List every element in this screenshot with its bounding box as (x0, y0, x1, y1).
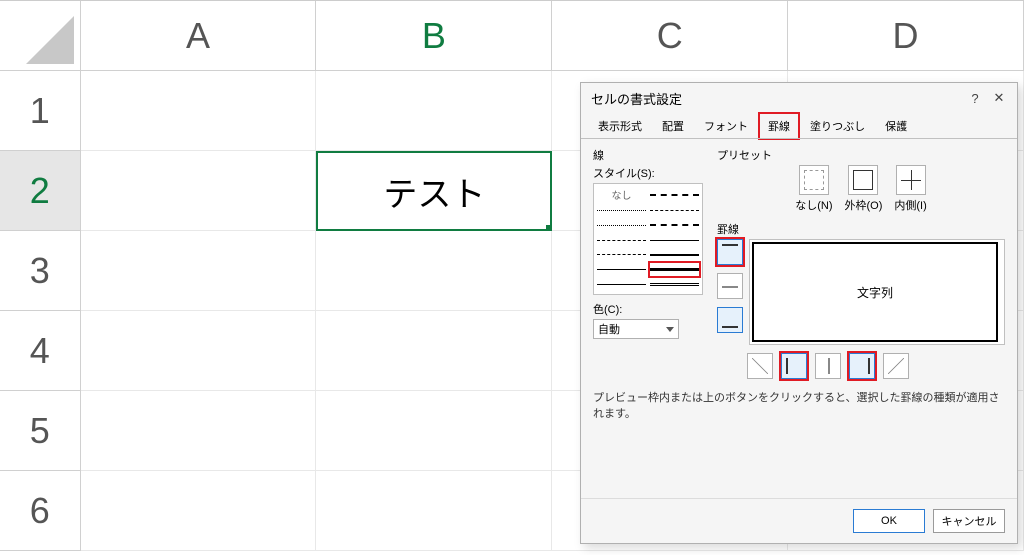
border-diag-up-button[interactable] (747, 353, 773, 379)
border-bottom-buttons (717, 353, 1005, 379)
preset-inside[interactable]: 内側(I) (894, 165, 926, 213)
preset-none[interactable]: なし(N) (795, 165, 832, 213)
dialog-body: 線 スタイル(S): なし (581, 138, 1017, 498)
cell-b6[interactable] (316, 471, 552, 551)
cell-a6[interactable] (81, 471, 317, 551)
preset-none-icon (799, 165, 829, 195)
border-right-button[interactable] (849, 353, 875, 379)
format-cells-dialog: セルの書式設定 ? ✕ 表示形式 配置 フォント 罫線 塗りつぶし 保護 線 ス… (580, 82, 1018, 544)
tab-number[interactable]: 表示形式 (589, 113, 651, 139)
column-header-b[interactable]: B (316, 1, 552, 71)
cell-b3[interactable] (316, 231, 552, 311)
border-hmiddle-button[interactable] (717, 273, 743, 299)
tab-border[interactable]: 罫線 (759, 113, 799, 139)
column-header-c[interactable]: C (552, 1, 788, 71)
line-style-8[interactable] (650, 204, 699, 217)
border-preview-wrap: 文字列 (749, 239, 1005, 345)
cell-a4[interactable] (81, 311, 317, 391)
hint-text: プレビュー枠内または上のボタンをクリックすると、選択した罫線の種類が適用されます… (593, 389, 1005, 421)
preset-inside-label: 内側(I) (894, 197, 926, 213)
border-side-buttons (717, 239, 743, 345)
line-group-label: 線 (593, 147, 703, 163)
line-group: 線 スタイル(S): なし (593, 147, 703, 379)
row-header-3[interactable]: 3 (0, 231, 81, 311)
dialog-footer: OK キャンセル (581, 498, 1017, 543)
column-header-d[interactable]: D (788, 1, 1024, 71)
tab-fill[interactable]: 塗りつぶし (801, 113, 874, 139)
tab-font[interactable]: フォント (695, 113, 757, 139)
line-style-none[interactable]: なし (597, 187, 646, 202)
row-header-4[interactable]: 4 (0, 311, 81, 391)
cell-a2[interactable] (81, 151, 317, 231)
line-style-2[interactable] (597, 219, 646, 232)
border-bottom-button[interactable] (717, 307, 743, 333)
line-style-1[interactable] (597, 204, 646, 217)
preset-outline[interactable]: 外枠(O) (845, 165, 883, 213)
line-color-dropdown[interactable]: 自動 (593, 319, 679, 339)
tab-protection[interactable]: 保護 (876, 113, 916, 139)
cell-b2[interactable]: テスト (316, 151, 552, 231)
dialog-tabs: 表示形式 配置 フォント 罫線 塗りつぶし 保護 (581, 113, 1017, 139)
border-diag-down-button[interactable] (883, 353, 909, 379)
select-all-corner[interactable] (0, 1, 81, 71)
border-vmiddle-button[interactable] (815, 353, 841, 379)
chevron-down-icon (666, 327, 674, 332)
cell-a1[interactable] (81, 71, 317, 151)
cell-b1[interactable] (316, 71, 552, 151)
close-button[interactable]: ✕ (987, 86, 1011, 110)
line-style-10[interactable] (650, 234, 699, 247)
line-style-3[interactable] (597, 234, 646, 247)
line-style-11[interactable] (650, 248, 699, 261)
ok-button[interactable]: OK (853, 509, 925, 533)
line-style-13[interactable] (650, 278, 699, 291)
line-style-list[interactable]: なし (593, 183, 703, 295)
line-style-12[interactable] (650, 263, 699, 276)
preset-outline-icon (848, 165, 878, 195)
cell-a3[interactable] (81, 231, 317, 311)
line-style-9[interactable] (650, 219, 699, 232)
column-header-row: A B C D (0, 1, 1024, 71)
preset-none-label: なし(N) (795, 197, 832, 213)
row-header-1[interactable]: 1 (0, 71, 81, 151)
border-preview-text: 文字列 (857, 284, 893, 301)
help-button[interactable]: ? (963, 86, 987, 110)
border-group-label: 罫線 (717, 221, 1005, 237)
color-label: 色(C): (593, 301, 703, 317)
row-header-2[interactable]: 2 (0, 151, 81, 231)
row-header-5[interactable]: 5 (0, 391, 81, 471)
line-color-value: 自動 (598, 321, 620, 337)
cell-b4[interactable] (316, 311, 552, 391)
preset-group-label: プリセット (717, 147, 1005, 163)
column-header-a[interactable]: A (81, 1, 317, 71)
border-top-button[interactable] (717, 239, 743, 265)
cell-a5[interactable] (81, 391, 317, 471)
cancel-button[interactable]: キャンセル (933, 509, 1005, 533)
row-header-6[interactable]: 6 (0, 471, 81, 551)
dialog-titlebar[interactable]: セルの書式設定 ? ✕ (581, 83, 1017, 113)
style-label: スタイル(S): (593, 165, 703, 181)
dialog-title: セルの書式設定 (591, 89, 682, 108)
cell-b5[interactable] (316, 391, 552, 471)
line-style-5[interactable] (597, 263, 646, 276)
preset-outline-label: 外枠(O) (845, 197, 883, 213)
border-preview[interactable]: 文字列 (752, 242, 998, 342)
line-style-6[interactable] (597, 278, 646, 291)
tab-alignment[interactable]: 配置 (653, 113, 693, 139)
line-style-4[interactable] (597, 248, 646, 261)
line-style-7[interactable] (650, 187, 699, 202)
right-group: プリセット なし(N) 外枠(O) 内側(I) (717, 147, 1005, 379)
border-left-button[interactable] (781, 353, 807, 379)
preset-inside-icon (896, 165, 926, 195)
